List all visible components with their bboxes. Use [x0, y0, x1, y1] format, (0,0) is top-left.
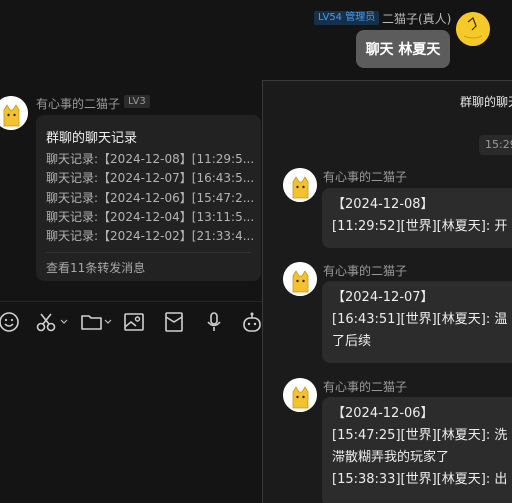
message-sender-name[interactable]: 有心事的二猫子: [323, 378, 407, 395]
cat-avatar-icon: [0, 96, 28, 130]
sender-avatar-icon: [456, 12, 490, 46]
message-line: [15:47:25][世界][林夏天]: 洗: [332, 428, 508, 443]
red-packet-button[interactable]: [163, 310, 185, 334]
emoji-icon: [0, 312, 19, 332]
cat-avatar-icon: [283, 168, 317, 202]
screenshot-button[interactable]: [36, 310, 68, 334]
own-message-bubble[interactable]: 聊天 林夏天: [356, 30, 450, 68]
divider: [0, 301, 263, 302]
chevron-down-icon[interactable]: [104, 318, 112, 326]
message-line: 滞散糊弄我的玩家了: [332, 450, 450, 465]
cat-avatar-icon: [283, 262, 317, 296]
emoji-button[interactable]: [0, 310, 20, 334]
avatar[interactable]: [283, 168, 317, 202]
card-preview-line: 聊天记录:【2024-12-02】[21:33:4...: [46, 229, 255, 244]
cat-avatar-icon: [283, 378, 317, 412]
message-bubble[interactable]: 【2024-12-06】 [15:47:25][世界][林夏天]: 洗 滞散糊弄…: [322, 397, 512, 503]
message-sender-name[interactable]: 有心事的二猫子: [323, 168, 407, 185]
message-bubble[interactable]: 【2024-12-08】 [11:29:52][世界][林夏天]: 开: [322, 188, 512, 248]
sender-name[interactable]: 二猫子(真人): [382, 10, 451, 27]
view-forwarded-link[interactable]: 查看11条转发消息: [46, 259, 145, 276]
card-preview-line: 聊天记录:【2024-12-08】[11:29:5...: [46, 152, 255, 166]
avatar[interactable]: [283, 378, 317, 412]
microphone-icon: [207, 312, 221, 331]
message-line: [15:38:33][世界][林夏天]: 出: [332, 472, 508, 487]
chevron-down-icon[interactable]: [60, 318, 68, 326]
message-line: 【2024-12-06】: [332, 406, 434, 421]
level-badge: LV3: [124, 95, 150, 108]
card-preview-line: 聊天记录:【2024-12-06】[15:47:2...: [46, 190, 255, 205]
scissors-icon: [36, 313, 56, 332]
message-line: 【2024-12-08】: [332, 197, 434, 212]
message-line: 了后续: [332, 334, 372, 349]
avatar[interactable]: [0, 96, 28, 130]
card-preview-list: 聊天记录:【2024-12-08】[11:29:5... 聊天记录:【2024-…: [46, 150, 258, 246]
card-title: 群聊的聊天记录: [46, 131, 138, 146]
avatar[interactable]: [456, 12, 490, 46]
message-bubble[interactable]: 【2024-12-07】 [16:43:51][世界][林夏天]: 温 了后续: [322, 281, 512, 363]
card-preview-line: 聊天记录:【2024-12-07】[16:43:5...: [46, 171, 255, 186]
avatar[interactable]: [283, 262, 317, 296]
image-icon: [124, 313, 144, 331]
admin-level-badge: LV54 管理员: [314, 11, 380, 25]
message-sender-name[interactable]: 有心事的二猫子: [36, 95, 120, 112]
window-title: 群聊的聊天: [460, 95, 512, 109]
forwarded-chat-card[interactable]: 群聊的聊天记录 聊天记录:【2024-12-08】[11:29:5... 聊天记…: [36, 115, 261, 281]
image-button[interactable]: [123, 310, 145, 334]
message-line: [16:43:51][世界][林夏天]: 温: [332, 312, 508, 327]
message-line: 【2024-12-07】: [332, 290, 434, 305]
folder-icon: [81, 315, 102, 330]
message-line: [11:29:52][世界][林夏天]: 开: [332, 219, 508, 234]
bot-button[interactable]: [241, 310, 263, 334]
divider: [46, 252, 251, 253]
message-sender-name[interactable]: 有心事的二猫子: [323, 262, 407, 279]
chat-history-window[interactable]: 群聊的聊天 15:29 有心事的二猫子 【2024-12-08】 [11:29:…: [262, 80, 512, 503]
card-preview-line: 聊天记录:【2024-12-04】[13:11:5...: [46, 209, 255, 224]
envelope-icon: [165, 312, 183, 332]
voice-button[interactable]: [203, 310, 225, 334]
file-button[interactable]: [80, 310, 112, 334]
robot-icon: [243, 312, 261, 332]
timestamp: 15:29: [479, 135, 512, 155]
